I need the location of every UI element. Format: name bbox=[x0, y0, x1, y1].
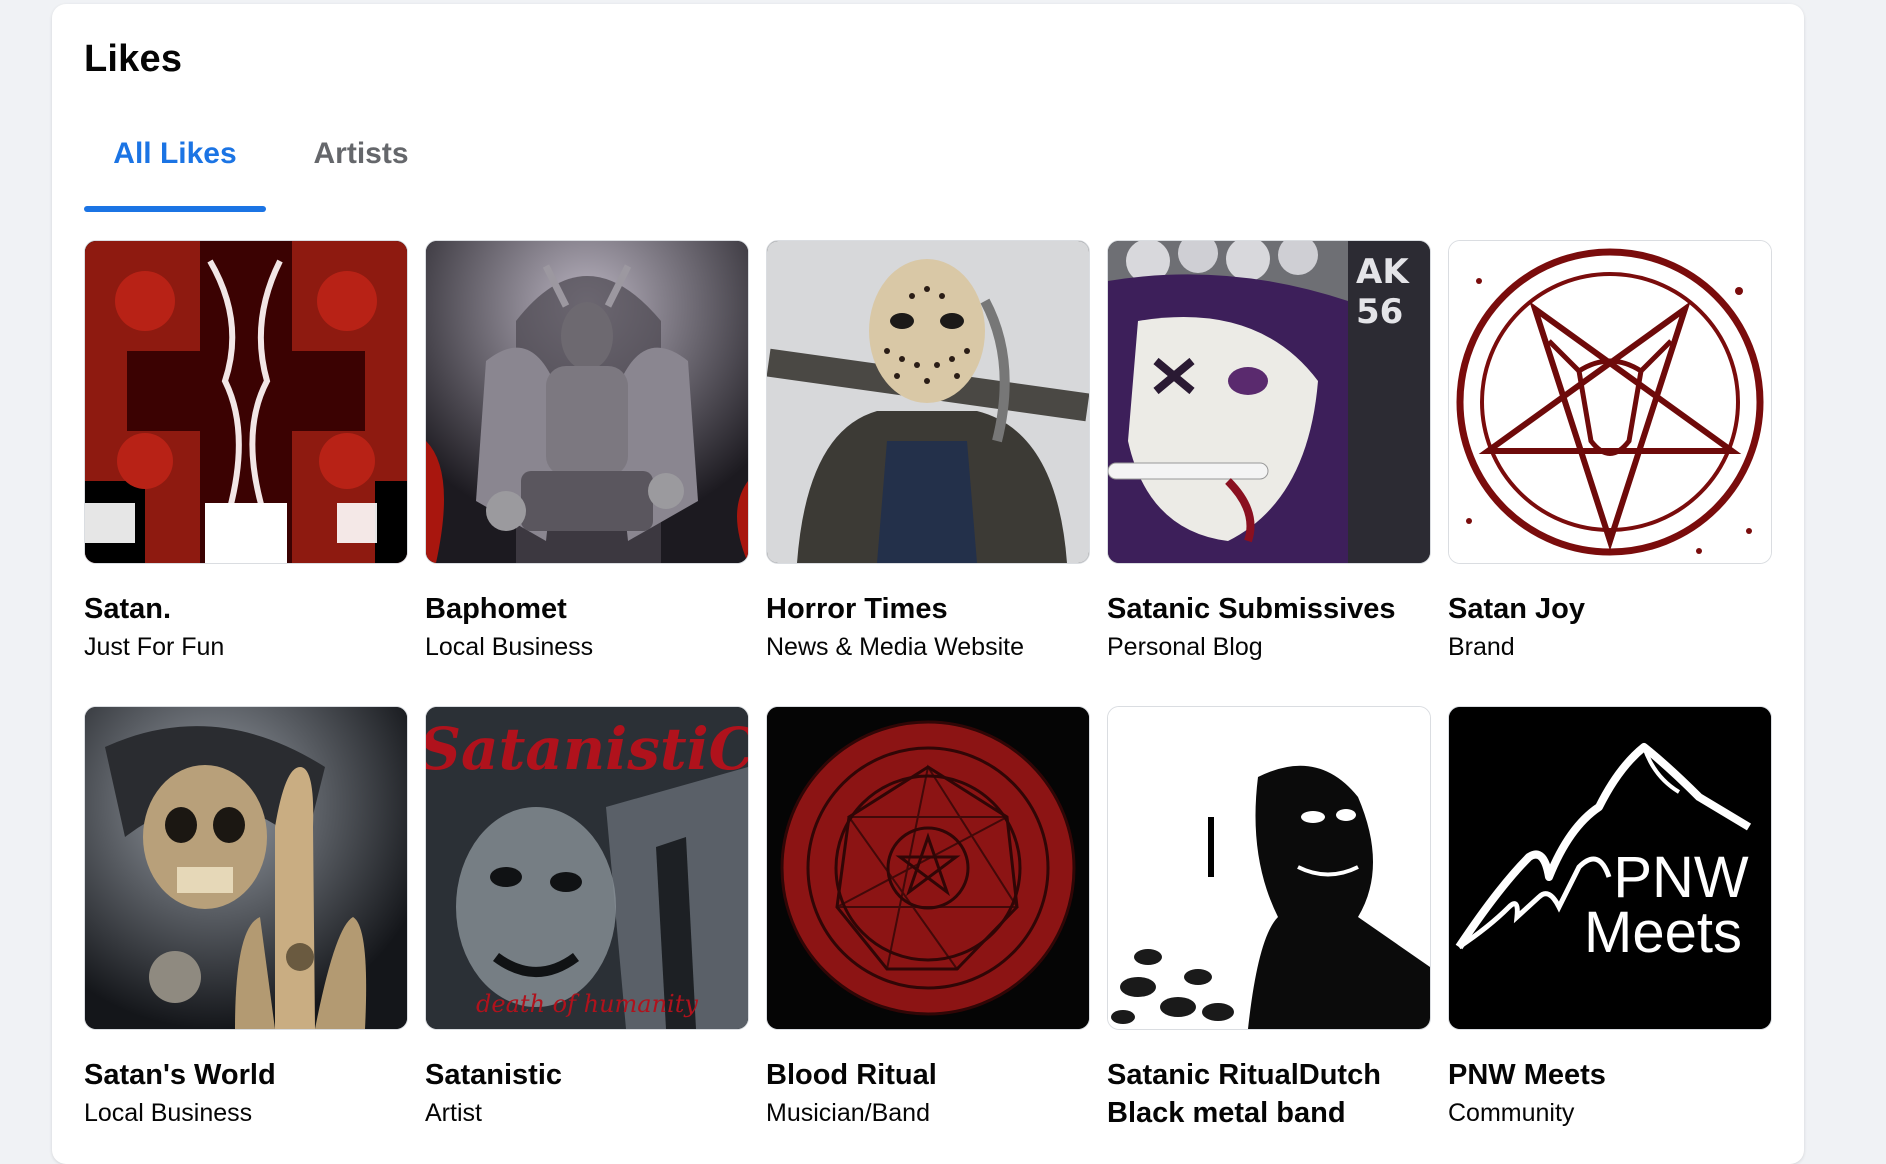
like-name[interactable]: Horror Times bbox=[766, 590, 1090, 628]
like-item-satans-world[interactable]: Satan's World Local Business bbox=[84, 706, 408, 1130]
satanistic-logo-text: SatanistiC bbox=[426, 715, 748, 783]
tab-all-likes[interactable]: All Likes bbox=[84, 122, 266, 212]
like-item-satanic-submissives[interactable]: AK 56 Satanic Submissives Personal Blog bbox=[1107, 240, 1431, 664]
like-item-baphomet[interactable]: Baphomet Local Business bbox=[425, 240, 749, 664]
like-thumbnail[interactable] bbox=[84, 240, 408, 564]
like-name[interactable]: Baphomet bbox=[425, 590, 749, 628]
like-name[interactable]: Satanistic bbox=[425, 1056, 749, 1094]
svg-text:56: 56 bbox=[1356, 292, 1403, 332]
like-category: Local Business bbox=[84, 1099, 253, 1127]
satanistic-cover-caption: death of humanity bbox=[476, 990, 698, 1018]
baphomet-statue-image bbox=[426, 241, 748, 563]
like-thumbnail[interactable]: SatanistiC death of humanity bbox=[425, 706, 749, 1030]
like-item-horror-times[interactable]: Horror Times News & Media Website bbox=[766, 240, 1090, 664]
tab-all-likes-label: All Likes bbox=[113, 137, 237, 170]
like-name[interactable]: Satan. bbox=[84, 590, 408, 628]
skeleton-reaper-image bbox=[85, 707, 407, 1029]
like-category: Local Business bbox=[425, 633, 594, 661]
tab-artists-label: Artists bbox=[313, 137, 409, 170]
page-title: Likes bbox=[84, 38, 183, 80]
red-inverted-cross-image bbox=[85, 241, 407, 563]
pnw-logo-text-bottom: Meets bbox=[1584, 900, 1742, 965]
anime-girl-art-image: AK 56 bbox=[1108, 241, 1430, 563]
bw-photo-man-image bbox=[1108, 707, 1430, 1029]
like-thumbnail[interactable] bbox=[425, 240, 749, 564]
like-category: Community bbox=[1448, 1099, 1575, 1127]
like-thumbnail[interactable] bbox=[766, 240, 1090, 564]
like-thumbnail[interactable] bbox=[1107, 706, 1431, 1030]
svg-text:AK: AK bbox=[1356, 252, 1410, 292]
like-name[interactable]: Satanic Submissives bbox=[1107, 590, 1431, 628]
pentagram-goat-image bbox=[1449, 241, 1771, 563]
like-name[interactable]: Satan's World bbox=[84, 1056, 408, 1094]
like-name[interactable]: Satanic RitualDutch Black metal band bbox=[1107, 1056, 1431, 1132]
like-thumbnail[interactable] bbox=[1448, 240, 1772, 564]
like-name[interactable]: Satan Joy bbox=[1448, 590, 1772, 628]
like-category: Just For Fun bbox=[84, 633, 225, 661]
like-item-satanistic[interactable]: SatanistiC death of humanity Satanistic … bbox=[425, 706, 749, 1130]
like-item-satan[interactable]: Satan. Just For Fun bbox=[84, 240, 408, 664]
like-category: Personal Blog bbox=[1107, 633, 1263, 661]
pnw-mountain-logo-image: PNW Meets bbox=[1449, 707, 1771, 1029]
satanistic-album-cover-image: SatanistiC death of humanity bbox=[426, 707, 748, 1029]
active-tab-indicator bbox=[84, 206, 266, 212]
tab-artists[interactable]: Artists bbox=[296, 122, 426, 212]
like-thumbnail[interactable] bbox=[766, 706, 1090, 1030]
like-thumbnail[interactable] bbox=[84, 706, 408, 1030]
like-category: News & Media Website bbox=[766, 633, 1024, 661]
like-name[interactable]: Blood Ritual bbox=[766, 1056, 1090, 1094]
like-thumbnail[interactable]: AK 56 bbox=[1107, 240, 1431, 564]
like-item-blood-ritual[interactable]: Blood Ritual Musician/Band bbox=[766, 706, 1090, 1130]
like-item-satanic-ritualdutch[interactable]: Satanic RitualDutch Black metal band bbox=[1107, 706, 1431, 1134]
red-sigil-circle-image bbox=[767, 707, 1089, 1029]
like-category: Musician/Band bbox=[766, 1099, 930, 1127]
like-category: Brand bbox=[1448, 633, 1515, 661]
like-item-pnw-meets[interactable]: PNW Meets PNW Meets Community bbox=[1448, 706, 1772, 1130]
like-name[interactable]: PNW Meets bbox=[1448, 1056, 1772, 1094]
like-item-satan-joy[interactable]: Satan Joy Brand bbox=[1448, 240, 1772, 664]
likes-card: Likes All Likes Artists Satan. Just For … bbox=[52, 4, 1804, 1164]
like-category: Artist bbox=[425, 1099, 482, 1127]
like-thumbnail[interactable]: PNW Meets bbox=[1448, 706, 1772, 1030]
hockey-mask-figure-image bbox=[767, 241, 1089, 563]
